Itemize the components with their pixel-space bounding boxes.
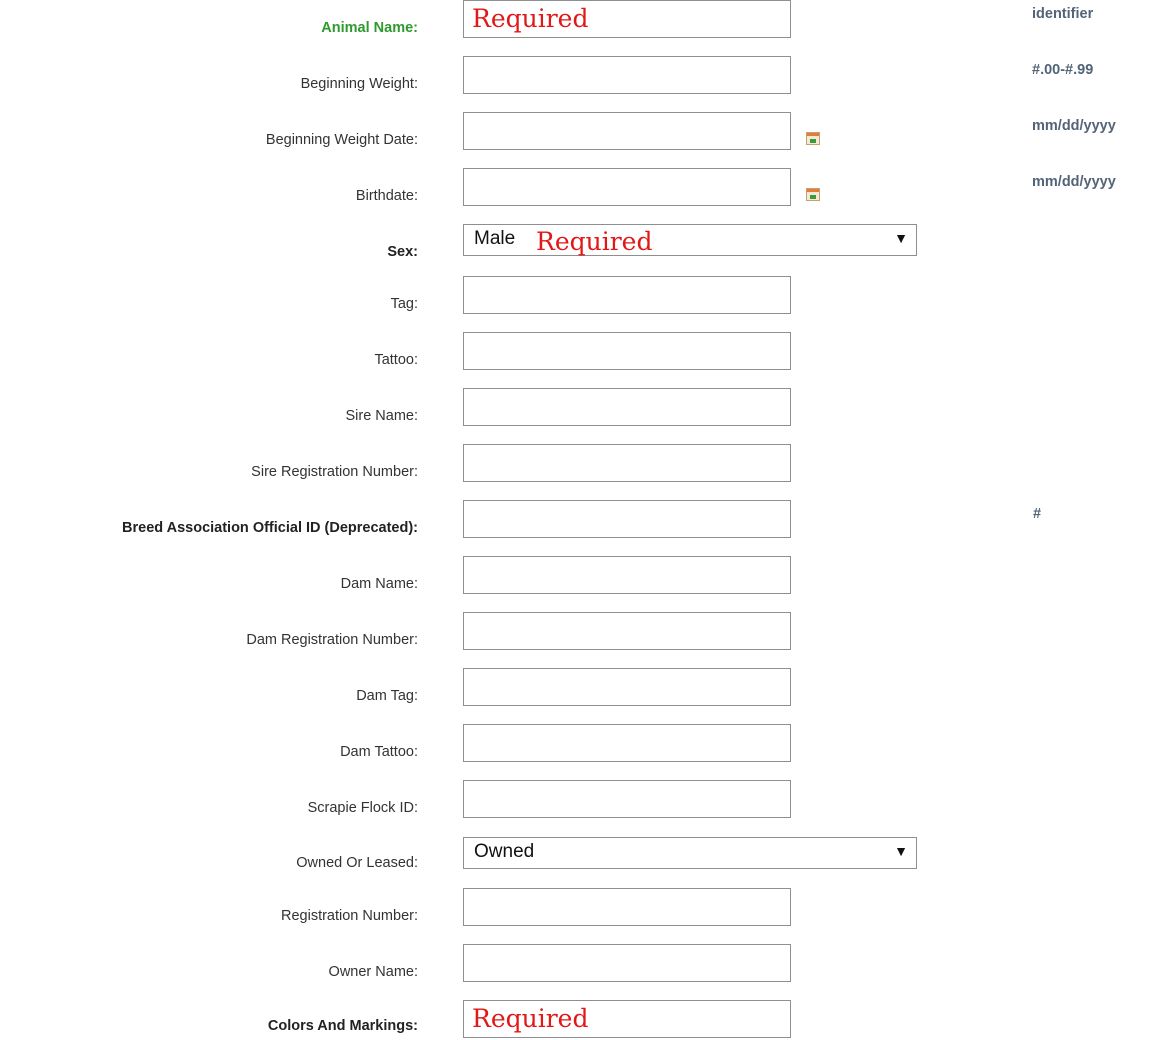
breed-association-official-id-label: Breed Association Official ID (Deprecate… xyxy=(122,520,418,536)
dam-name-label: Dam Name: xyxy=(340,576,418,592)
owner-name-label: Owner Name: xyxy=(328,964,418,980)
row-animal-name: Animal Name: Required identifier xyxy=(0,0,1153,40)
row-tag: Tag: xyxy=(0,276,1153,316)
calendar-icon[interactable] xyxy=(806,132,820,145)
birthdate-hint: mm/dd/yyyy xyxy=(1032,174,1116,190)
row-colors-and-markings: Colors And Markings: Required xyxy=(0,1000,1153,1040)
registration-number-label: Registration Number: xyxy=(281,908,418,924)
required-marker: Required xyxy=(536,227,653,256)
dam-name-input[interactable] xyxy=(463,556,791,594)
dam-registration-number-input[interactable] xyxy=(463,612,791,650)
owned-or-leased-label: Owned Or Leased: xyxy=(296,855,418,871)
breed-association-official-id-hint: # xyxy=(1033,506,1042,522)
required-marker: Required xyxy=(472,1004,589,1033)
sex-label: Sex: xyxy=(387,244,418,260)
dam-tag-label: Dam Tag: xyxy=(356,688,418,704)
breed-association-official-id-input[interactable] xyxy=(463,500,791,538)
sex-selected-value: Male xyxy=(474,228,516,249)
tag-input[interactable] xyxy=(463,276,791,314)
calendar-icon[interactable] xyxy=(806,188,820,201)
dam-tattoo-label: Dam Tattoo: xyxy=(340,744,418,760)
beginning-weight-date-label: Beginning Weight Date: xyxy=(265,132,418,148)
dam-registration-number-label: Dam Registration Number: xyxy=(246,632,418,648)
required-marker: Required xyxy=(472,4,589,33)
row-dam-tag: Dam Tag: xyxy=(0,668,1153,708)
owned-or-leased-select[interactable]: Owned ▼ xyxy=(463,837,917,869)
animal-name-label: Animal Name: xyxy=(321,20,418,36)
scrapie-flock-id-input[interactable] xyxy=(463,780,791,818)
colors-and-markings-input[interactable]: Required xyxy=(463,1000,791,1038)
scrapie-flock-id-label: Scrapie Flock ID: xyxy=(307,800,418,816)
row-owned-or-leased: Owned Or Leased: Owned ▼ xyxy=(0,837,1153,877)
sire-registration-number-input[interactable] xyxy=(463,444,791,482)
row-dam-name: Dam Name: xyxy=(0,556,1153,596)
row-sire-name: Sire Name: xyxy=(0,388,1153,428)
sire-name-input[interactable] xyxy=(463,388,791,426)
row-owner-name: Owner Name: xyxy=(0,944,1153,984)
row-sex: Sex: Male Required ▼ xyxy=(0,224,1153,264)
tattoo-input[interactable] xyxy=(463,332,791,370)
birthdate-input[interactable] xyxy=(463,168,791,206)
owned-or-leased-selected-value: Owned xyxy=(474,841,535,862)
sire-name-label: Sire Name: xyxy=(345,408,418,424)
tattoo-label: Tattoo: xyxy=(374,352,418,368)
owner-name-input[interactable] xyxy=(463,944,791,982)
registration-number-input[interactable] xyxy=(463,888,791,926)
beginning-weight-input[interactable] xyxy=(463,56,791,94)
tag-label: Tag: xyxy=(390,296,418,312)
row-dam-tattoo: Dam Tattoo: xyxy=(0,724,1153,764)
dam-tag-input[interactable] xyxy=(463,668,791,706)
row-registration-number: Registration Number: xyxy=(0,888,1153,928)
animal-name-input[interactable]: Required xyxy=(463,0,791,38)
row-breed-association-official-id: Breed Association Official ID (Deprecate… xyxy=(0,500,1153,540)
animal-form: Animal Name: Required identifier Beginni… xyxy=(0,0,1153,1040)
row-tattoo: Tattoo: xyxy=(0,332,1153,372)
birthdate-label: Birthdate: xyxy=(355,188,418,204)
dam-tattoo-input[interactable] xyxy=(463,724,791,762)
animal-name-hint: identifier xyxy=(1032,6,1094,22)
beginning-weight-hint: #.00-#.99 xyxy=(1032,62,1094,78)
row-sire-registration-number: Sire Registration Number: xyxy=(0,444,1153,484)
row-scrapie-flock-id: Scrapie Flock ID: xyxy=(0,780,1153,820)
triangle-down-icon: ▼ xyxy=(894,230,908,246)
beginning-weight-date-hint: mm/dd/yyyy xyxy=(1032,118,1116,134)
row-birthdate: Birthdate: mm/dd/yyyy xyxy=(0,168,1153,208)
row-beginning-weight-date: Beginning Weight Date: mm/dd/yyyy xyxy=(0,112,1153,152)
row-dam-registration-number: Dam Registration Number: xyxy=(0,612,1153,652)
sire-registration-number-label: Sire Registration Number: xyxy=(251,464,418,480)
beginning-weight-label: Beginning Weight: xyxy=(300,76,418,92)
colors-and-markings-label: Colors And Markings: xyxy=(267,1018,418,1034)
beginning-weight-date-input[interactable] xyxy=(463,112,791,150)
row-beginning-weight: Beginning Weight: #.00-#.99 xyxy=(0,56,1153,96)
sex-select[interactable]: Male Required ▼ xyxy=(463,224,917,256)
triangle-down-icon: ▼ xyxy=(894,843,908,859)
